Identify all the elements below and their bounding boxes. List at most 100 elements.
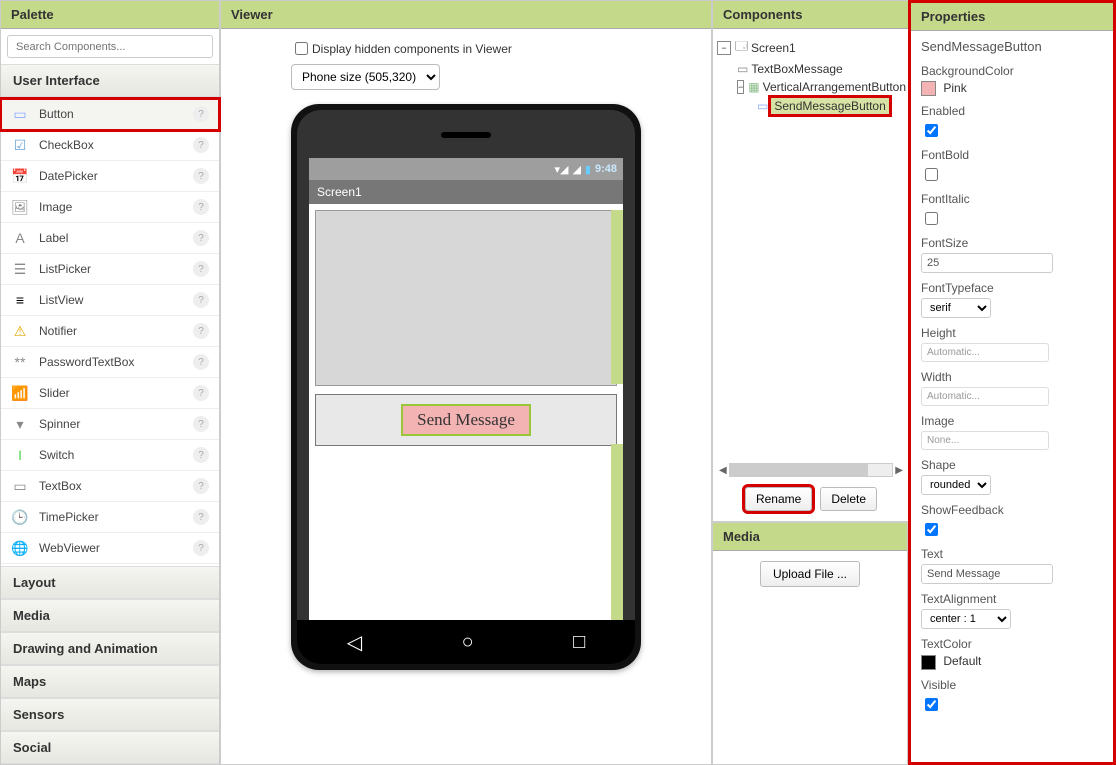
property-component-name: SendMessageButton — [921, 39, 1103, 54]
prop-showfeedback-checkbox[interactable] — [925, 523, 938, 536]
display-hidden-checkbox[interactable] — [295, 42, 308, 55]
help-icon[interactable]: ? — [193, 385, 209, 401]
help-icon[interactable]: ? — [193, 323, 209, 339]
properties-panel: Properties SendMessageButton BackgroundC… — [908, 0, 1116, 765]
help-icon[interactable]: ? — [193, 199, 209, 215]
category-sensors[interactable]: Sensors — [1, 698, 219, 731]
app-body[interactable]: Send Message — [309, 204, 623, 620]
help-icon[interactable]: ? — [193, 416, 209, 432]
tree-textboxmessage[interactable]: ▭ TextBoxMessage — [737, 60, 905, 78]
scroll-thumb[interactable] — [730, 464, 868, 476]
palette-item-switch[interactable]: ⏽Switch? — [1, 440, 219, 471]
category-user-interface[interactable]: User Interface — [1, 64, 219, 97]
screen-title-bar: Screen1 — [309, 180, 623, 204]
palette-item-slider[interactable]: 📶Slider? — [1, 378, 219, 409]
palette-item-label: ListView — [39, 293, 193, 307]
prop-enabled-checkbox[interactable] — [925, 124, 938, 137]
prop-visible-checkbox[interactable] — [925, 698, 938, 711]
nav-home-icon[interactable]: ○ — [462, 631, 474, 654]
label-icon: A — [11, 229, 29, 247]
scroll-track[interactable] — [729, 463, 894, 477]
help-icon[interactable]: ? — [193, 292, 209, 308]
tree-label: Screen1 — [751, 41, 796, 55]
prop-typeface-select[interactable]: serif — [921, 298, 991, 318]
category-media[interactable]: Media — [1, 599, 219, 632]
help-icon[interactable]: ? — [193, 354, 209, 370]
nav-back-icon[interactable]: ◁ — [347, 630, 362, 655]
scroll-right-icon[interactable]: ▶ — [893, 465, 905, 476]
collapse-icon[interactable]: − — [737, 80, 744, 94]
wifi-icon: ▾◢ — [554, 163, 568, 176]
color-swatch-icon — [921, 81, 936, 96]
help-icon[interactable]: ? — [193, 230, 209, 246]
component-tree[interactable]: − 🗔 Screen1 ▭ TextBoxMessage − ▦ Vertica… — [713, 29, 909, 477]
search-components[interactable] — [7, 35, 213, 58]
palette-item-listpicker[interactable]: ☰ListPicker? — [1, 254, 219, 285]
signal-icon: ◢ — [572, 163, 580, 176]
help-icon[interactable]: ? — [193, 447, 209, 463]
category-social[interactable]: Social — [1, 731, 219, 764]
tree-scrollbar[interactable]: ◀ ▶ — [717, 463, 905, 477]
palette-item-textbox[interactable]: ▭TextBox? — [1, 471, 219, 502]
textbox-message-preview[interactable] — [315, 210, 617, 386]
prop-fontitalic-checkbox[interactable] — [925, 212, 938, 225]
prop-text-label: Text — [921, 547, 1103, 561]
send-message-button-preview[interactable]: Send Message — [401, 404, 531, 436]
screen-icon: 🗔 — [735, 37, 748, 58]
palette-item-button[interactable]: ▭Button? — [1, 99, 219, 130]
prop-align-label: TextAlignment — [921, 592, 1103, 606]
prop-text-input[interactable] — [921, 564, 1053, 584]
help-icon[interactable]: ? — [193, 540, 209, 556]
nav-recent-icon[interactable]: □ — [573, 631, 585, 654]
prop-shape-select[interactable]: rounded — [921, 475, 991, 495]
palette-item-spinner[interactable]: ▾Spinner? — [1, 409, 219, 440]
prop-width-value[interactable]: Automatic... — [921, 387, 1049, 406]
prop-image-value[interactable]: None... — [921, 431, 1049, 450]
collapse-icon[interactable]: − — [717, 41, 731, 55]
palette-item-timepicker[interactable]: 🕒TimePicker? — [1, 502, 219, 533]
vertical-arrangement-preview[interactable]: Send Message — [315, 394, 617, 446]
phone-size-select[interactable]: Phone size (505,320) — [291, 64, 440, 90]
prop-enabled-label: Enabled — [921, 104, 1103, 118]
palette-item-label: ListPicker — [39, 262, 193, 276]
display-hidden-toggle[interactable]: Display hidden components in Viewer — [291, 39, 512, 58]
help-icon[interactable]: ? — [193, 509, 209, 525]
prop-fontsize-input[interactable] — [921, 253, 1053, 273]
textbox-icon: ▭ — [737, 62, 748, 76]
delete-button[interactable]: Delete — [820, 487, 877, 511]
palette-item-image[interactable]: 🖼Image? — [1, 192, 219, 223]
scroll-left-icon[interactable]: ◀ — [717, 465, 729, 476]
palette-item-checkbox[interactable]: ☑ CheckBox? — [1, 130, 219, 161]
prop-textcolor-value[interactable]: Default — [921, 654, 1103, 669]
category-layout[interactable]: Layout — [1, 566, 219, 599]
palette-item-webviewer[interactable]: 🌐WebViewer? — [1, 533, 219, 564]
help-icon[interactable]: ? — [193, 261, 209, 277]
tree-verticalarrangement[interactable]: − ▦ VerticalArrangementButton — [737, 78, 905, 96]
help-icon[interactable]: ? — [193, 106, 209, 122]
palette-item-label: TextBox — [39, 479, 193, 493]
search-input[interactable] — [14, 40, 210, 54]
prop-visible-label: Visible — [921, 678, 1103, 692]
palette-item-label[interactable]: ALabel? — [1, 223, 219, 254]
palette-item-label: CheckBox — [39, 138, 193, 152]
help-icon[interactable]: ? — [193, 168, 209, 184]
help-icon[interactable]: ? — [193, 478, 209, 494]
category-maps[interactable]: Maps — [1, 665, 219, 698]
datepicker-icon: 📅 — [11, 167, 29, 185]
prop-align-select[interactable]: center : 1 — [921, 609, 1011, 629]
tree-screen1[interactable]: − 🗔 Screen1 — [717, 35, 905, 60]
palette-item-passwordtextbox[interactable]: **PasswordTextBox? — [1, 347, 219, 378]
help-icon[interactable]: ? — [193, 137, 209, 153]
palette-item-datepicker[interactable]: 📅DatePicker? — [1, 161, 219, 192]
category-drawing[interactable]: Drawing and Animation — [1, 632, 219, 665]
checkbox-icon: ☑ — [11, 136, 29, 154]
palette-item-notifier[interactable]: ⚠Notifier? — [1, 316, 219, 347]
prop-showfb-label: ShowFeedback — [921, 503, 1103, 517]
prop-fontbold-checkbox[interactable] — [925, 168, 938, 181]
upload-file-button[interactable]: Upload File ... — [760, 561, 860, 587]
tree-sendmessagebutton[interactable]: ▭ SendMessageButton — [757, 96, 905, 116]
rename-button[interactable]: Rename — [745, 487, 812, 511]
prop-height-value[interactable]: Automatic... — [921, 343, 1049, 362]
palette-item-listview[interactable]: ≡ListView? — [1, 285, 219, 316]
prop-bgcolor-value[interactable]: Pink — [921, 81, 1103, 96]
